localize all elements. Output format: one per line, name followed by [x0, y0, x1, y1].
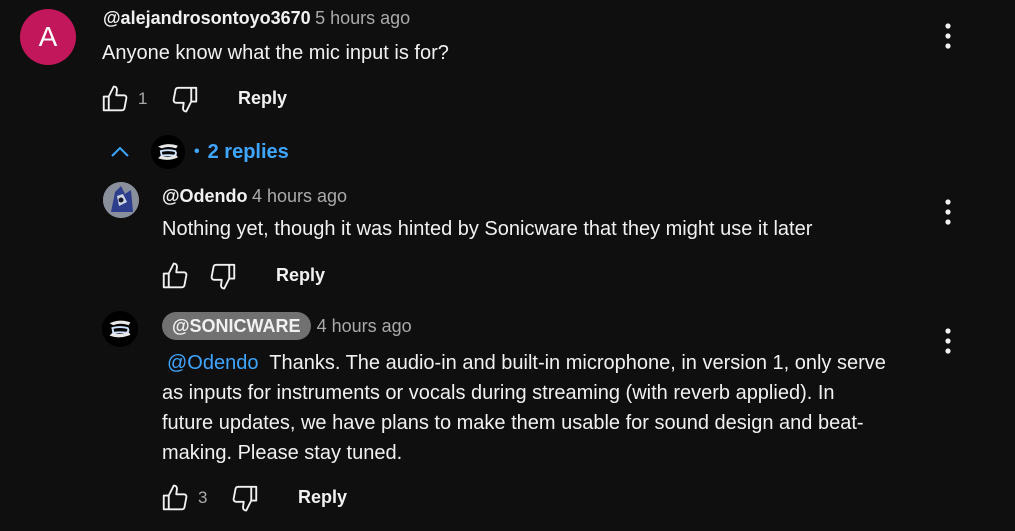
avatar-letter: A: [38, 21, 58, 52]
reply-author[interactable]: @Odendo: [162, 186, 248, 206]
reply-text-line: as inputs for instruments or vocals duri…: [162, 382, 835, 404]
reply-button[interactable]: Reply: [276, 265, 325, 286]
comment-time[interactable]: 5 hours ago: [315, 8, 410, 28]
reply-text-line: making. Please stay tuned.: [162, 442, 403, 464]
comment-text: Anyone know what the mic input is for?: [102, 42, 449, 64]
avatar[interactable]: [103, 182, 139, 218]
replies-count-link[interactable]: 2 replies: [208, 141, 289, 164]
more-vert-icon[interactable]: [936, 326, 960, 356]
like-count: 1: [138, 89, 148, 108]
channel-owner-badge[interactable]: @SONICWARE: [162, 312, 311, 340]
reply-text-line: future updates, we have plans to make th…: [162, 412, 864, 434]
sonicware-avatar-icon: [150, 134, 186, 170]
comment-author[interactable]: @alejandrosontoyo3670: [103, 8, 311, 28]
thumbs-up-icon[interactable]: [160, 483, 190, 513]
thumbs-down-icon[interactable]: [170, 84, 200, 114]
reply-header: @Odendo 4 hours ago: [162, 186, 347, 207]
replies-separator: •: [194, 143, 200, 160]
reply-button[interactable]: Reply: [298, 487, 347, 508]
replies-toggle[interactable]: • 2 replies: [108, 133, 289, 171]
more-vert-icon[interactable]: [936, 21, 960, 51]
sonicware-avatar-icon[interactable]: [101, 310, 139, 348]
chevron-up-icon[interactable]: [108, 140, 132, 164]
reply-time[interactable]: 4 hours ago: [252, 186, 347, 206]
thumbs-down-icon[interactable]: [208, 261, 238, 291]
like-count: 3: [198, 488, 208, 507]
thumbs-up-icon[interactable]: [160, 261, 190, 291]
reply-header: @SONICWARE 4 hours ago: [162, 312, 412, 340]
reply-text-line: Thanks. The audio-in and built-in microp…: [269, 352, 886, 374]
reply-text: @Odendo Thanks. The audio-in and built-i…: [162, 348, 922, 468]
thumbs-down-icon[interactable]: [230, 483, 260, 513]
avatar[interactable]: A: [20, 9, 76, 65]
thumbs-up-icon[interactable]: [100, 84, 130, 114]
reply-time[interactable]: 4 hours ago: [317, 316, 412, 337]
reply-text: Nothing yet, though it was hinted by Son…: [162, 218, 813, 240]
mention-link[interactable]: @Odendo: [167, 352, 258, 374]
more-vert-icon[interactable]: [936, 197, 960, 227]
comment-header: @alejandrosontoyo3670 5 hours ago: [103, 8, 410, 29]
reply-button[interactable]: Reply: [238, 88, 287, 109]
odendo-avatar-icon: [103, 182, 139, 218]
